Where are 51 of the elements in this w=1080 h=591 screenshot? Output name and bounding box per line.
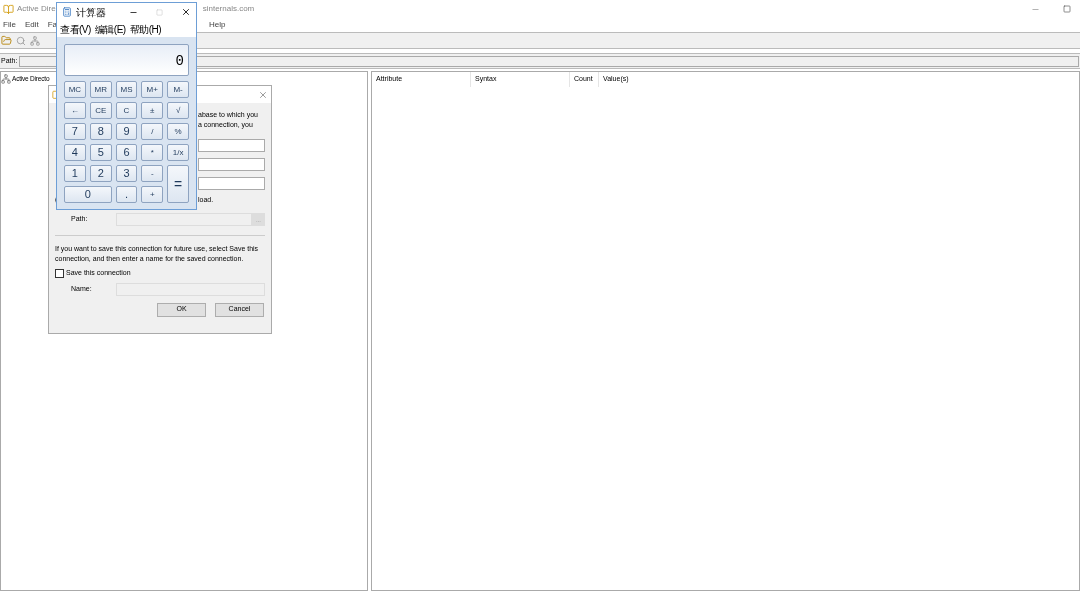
directory-icon <box>1 74 11 84</box>
calculator-key[interactable]: / <box>141 123 164 140</box>
calculator-key[interactable]: C <box>115 102 138 119</box>
window-title: Active Dire <box>17 3 56 15</box>
calculator-key[interactable]: . <box>115 186 138 203</box>
window-title: sinternals.com <box>202 3 255 15</box>
calculator-key[interactable]: * <box>141 144 164 161</box>
input-field[interactable] <box>198 158 265 171</box>
calculator-key[interactable]: = <box>167 165 189 203</box>
network-icon[interactable] <box>30 35 40 46</box>
calculator-key[interactable]: + <box>141 186 164 203</box>
menu-item[interactable]: Help <box>209 19 226 31</box>
calculator-key[interactable]: 8 <box>89 123 112 140</box>
calculator-key[interactable]: MR <box>89 81 112 98</box>
calculator-key[interactable]: 7 <box>64 123 86 140</box>
calculator-key[interactable]: MC <box>64 81 86 98</box>
menu-item[interactable]: 帮助(H) <box>129 21 162 37</box>
input-field[interactable] <box>198 177 265 190</box>
calculator-display: 0 <box>64 44 189 76</box>
calculator-key[interactable]: M+ <box>141 81 164 98</box>
calculator-key[interactable]: 1 <box>64 165 86 182</box>
calculator-key[interactable]: - <box>141 165 164 182</box>
calculator-key[interactable]: ± <box>141 102 164 119</box>
maximize-icon[interactable] <box>1063 5 1071 13</box>
calculator-key[interactable]: 4 <box>64 144 86 161</box>
calculator-key[interactable]: MS <box>115 81 138 98</box>
calculator-key[interactable]: 9 <box>115 123 138 140</box>
calculator-key[interactable]: ← <box>64 102 86 119</box>
calculator-icon <box>62 7 72 17</box>
search-icon[interactable] <box>16 35 26 46</box>
calculator-key[interactable]: % <box>167 123 189 140</box>
menu-item[interactable]: File <box>3 19 16 31</box>
input-field[interactable] <box>198 139 265 152</box>
calculator-key[interactable]: 1/x <box>167 144 189 161</box>
calculator-key[interactable]: 6 <box>115 144 138 161</box>
calculator-key[interactable]: 0 <box>64 186 112 203</box>
calculator-key[interactable]: M- <box>167 81 189 98</box>
checkbox[interactable] <box>55 268 64 278</box>
menu-item[interactable]: 查看(V) <box>60 21 91 37</box>
calculator-key[interactable]: 2 <box>89 165 112 182</box>
close-icon[interactable] <box>181 7 191 17</box>
calculator-key[interactable]: 5 <box>89 144 112 161</box>
book-icon <box>3 3 14 15</box>
menu-item[interactable]: Fa <box>47 19 58 31</box>
calculator-key[interactable]: CE <box>89 102 112 119</box>
menu-item[interactable]: 编辑(E) <box>94 21 126 37</box>
folder-icon[interactable] <box>1 35 12 46</box>
window-title: 计算器 <box>76 5 106 20</box>
menu-item[interactable]: Edit <box>24 19 39 31</box>
calculator-key[interactable]: 3 <box>115 165 138 182</box>
calculator-key[interactable]: √ <box>167 102 189 119</box>
